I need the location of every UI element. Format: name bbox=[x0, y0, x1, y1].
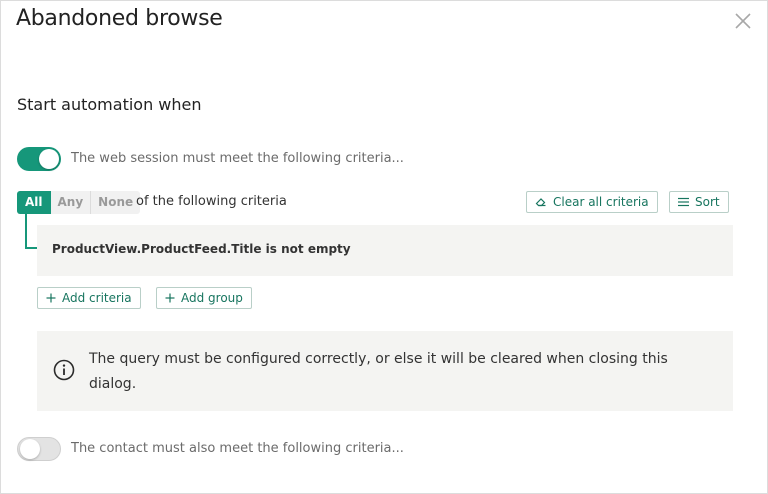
dialog-title: Abandoned browse bbox=[16, 6, 223, 31]
match-mode-suffix: of the following criteria bbox=[136, 194, 287, 209]
criteria-rule-text: ProductView.ProductFeed.Title is not emp… bbox=[52, 242, 351, 256]
toggle-knob bbox=[20, 439, 40, 459]
sort-button[interactable]: Sort bbox=[669, 191, 729, 213]
eraser-icon bbox=[535, 196, 547, 208]
session-criteria-label: The web session must meet the following … bbox=[71, 151, 404, 166]
toggle-knob bbox=[39, 149, 59, 169]
match-none-option[interactable]: None bbox=[90, 191, 140, 214]
match-any-option[interactable]: Any bbox=[51, 191, 91, 214]
plus-icon bbox=[165, 293, 175, 303]
add-criteria-button[interactable]: Add criteria bbox=[37, 287, 141, 309]
info-message-text: The query must be configured correctly, … bbox=[89, 351, 668, 392]
add-criteria-label: Add criteria bbox=[62, 291, 132, 305]
plus-icon bbox=[46, 293, 56, 303]
clear-all-criteria-label: Clear all criteria bbox=[553, 195, 649, 209]
automation-dialog: Abandoned browse Start automation when T… bbox=[0, 0, 768, 494]
criteria-connector bbox=[25, 213, 37, 249]
add-group-label: Add group bbox=[181, 291, 243, 305]
session-criteria-toggle[interactable] bbox=[17, 147, 61, 171]
contact-criteria-label: The contact must also meet the following… bbox=[71, 441, 404, 456]
info-icon bbox=[53, 359, 75, 381]
sort-label: Sort bbox=[695, 195, 720, 209]
criteria-rule[interactable]: ProductView.ProductFeed.Title is not emp… bbox=[37, 225, 733, 276]
clear-all-criteria-button[interactable]: Clear all criteria bbox=[526, 191, 658, 213]
match-all-option[interactable]: All bbox=[17, 191, 51, 214]
close-icon bbox=[735, 13, 751, 29]
add-group-button[interactable]: Add group bbox=[156, 287, 252, 309]
close-button[interactable] bbox=[732, 10, 754, 32]
lines-icon bbox=[678, 197, 689, 207]
info-message-box: The query must be configured correctly, … bbox=[37, 331, 733, 411]
contact-criteria-toggle[interactable] bbox=[17, 437, 61, 461]
match-mode-selector: All Any None bbox=[17, 191, 141, 214]
section-title: Start automation when bbox=[17, 95, 202, 114]
